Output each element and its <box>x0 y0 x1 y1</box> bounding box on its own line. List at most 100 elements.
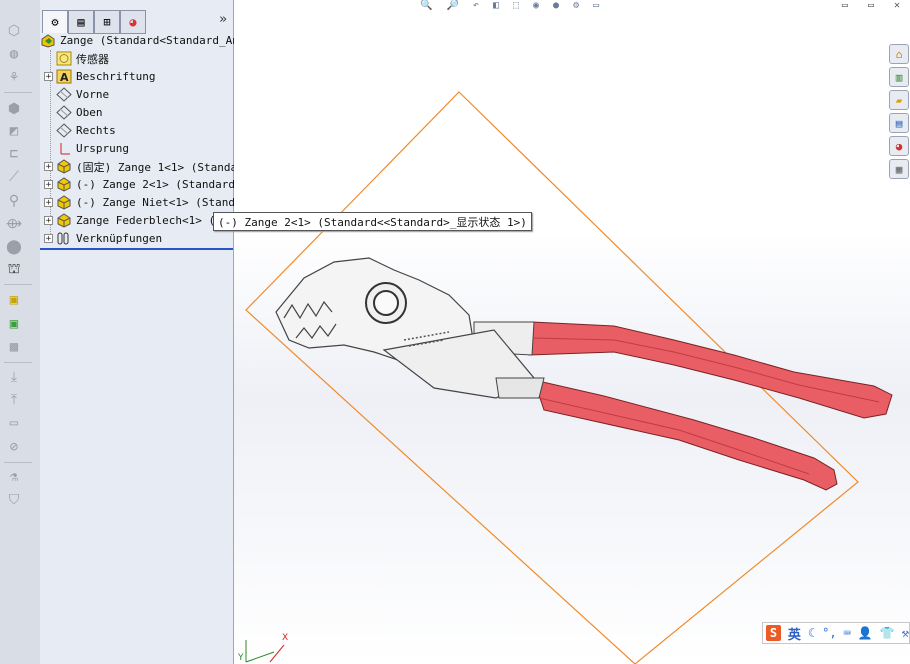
minimize-icon[interactable]: ▭ <box>842 0 848 11</box>
configuration-manager-tab[interactable]: ⊞ <box>94 10 120 34</box>
move-icon[interactable]: ⤓ <box>4 368 24 386</box>
feature-manager-tab[interactable]: ⚙ <box>42 10 68 33</box>
user-icon[interactable]: 👤 <box>858 626 873 640</box>
expand-toggle-icon[interactable]: + <box>44 198 53 208</box>
section-icon[interactable]: ⚗ <box>4 468 24 486</box>
plane-icon <box>56 105 72 120</box>
tree-item-label: Ursprung <box>76 142 129 155</box>
restore-icon[interactable]: ▭ <box>868 0 874 11</box>
explode-icon[interactable]: ▩ <box>4 338 24 356</box>
tree-item[interactable]: Vorne <box>56 86 109 103</box>
expand-toggle-icon[interactable]: + <box>44 234 53 244</box>
tree-item[interactable]: Oben <box>56 104 103 121</box>
expand-toggle-icon[interactable]: + <box>44 162 53 172</box>
smart-fastener-icon[interactable]: ▭ <box>4 414 24 432</box>
section-view-icon[interactable]: ◧ <box>493 0 499 11</box>
tree-item-label: (固定) Zange 1<1> (Standar <box>76 160 244 174</box>
punctuation-icon[interactable]: °, <box>822 626 836 640</box>
feature-manager-tabs: ⚙ ▤ ⊞ ◕ » <box>40 8 233 34</box>
appearances-icon[interactable]: ◕ <box>889 136 909 156</box>
tree-item[interactable]: + (-) Zange 2<1> (Standard< <box>44 176 242 193</box>
tree-item-label: (-) Zange Niet<1> (Standar <box>76 196 249 209</box>
lower-handle <box>533 379 838 491</box>
axis-y-label: Y <box>237 653 244 663</box>
view-settings-icon[interactable]: ▭ <box>593 0 599 11</box>
ime-language[interactable]: 英 <box>788 624 801 643</box>
shell-icon[interactable]: ⟴ <box>4 215 24 233</box>
model-canvas: Y X <box>237 91 893 664</box>
fillet-icon[interactable]: ◩ <box>4 122 24 140</box>
plane-icon <box>56 87 72 102</box>
tree-item-label: 传感器 <box>76 52 109 66</box>
tree-item-label: Verknüpfungen <box>76 232 163 245</box>
graphics-area[interactable]: Y X <box>234 0 910 664</box>
rib-icon[interactable]: ⟋ <box>4 168 24 186</box>
draft-icon[interactable]: ⚲ <box>4 192 24 210</box>
tree-item[interactable]: Ursprung <box>56 140 129 157</box>
zoom-to-fit-icon[interactable]: 🔍 <box>420 0 432 11</box>
scene-icon[interactable]: ⚙ <box>573 0 579 11</box>
keyboard-icon[interactable]: ⌨ <box>844 626 851 640</box>
interference-icon[interactable]: ⊘ <box>4 438 24 456</box>
view-palette-icon[interactable]: ▤ <box>889 113 909 133</box>
expand-toggle-icon[interactable]: + <box>44 180 53 190</box>
design-library-icon[interactable]: ▥ <box>889 67 909 87</box>
tools-icon[interactable]: ⚒ <box>902 626 909 640</box>
custom-properties-icon[interactable]: ▦ <box>889 159 909 179</box>
extrude-icon[interactable]: ⬡ <box>4 22 24 40</box>
tree-item-label: Oben <box>76 106 103 119</box>
tree-item[interactable]: + Verknüpfungen <box>44 230 162 247</box>
file-explorer-icon[interactable]: ▰ <box>889 90 909 110</box>
tree-item[interactable]: Rechts <box>56 122 116 139</box>
appearance-icon[interactable]: ● <box>553 0 559 11</box>
tree-item[interactable]: + (固定) Zange 1<1> (Standar <box>44 158 244 175</box>
tree-item-label: Vorne <box>76 88 110 101</box>
tree-item[interactable]: + Zange Federblech<1> (S <box>44 212 222 229</box>
window-controls: ▭ ▭ ✕ <box>842 0 900 11</box>
expand-toggle-icon[interactable]: + <box>44 216 53 226</box>
origin-icon <box>56 141 72 156</box>
tree-item-label: Zange Federblech<1> (S <box>76 214 222 227</box>
hide-show-icon[interactable]: ⛉ <box>4 491 24 509</box>
ime-toolbar: S 英 ☾ °, ⌨ 👤 👕 ⚒ <box>762 622 910 644</box>
more-tabs-button[interactable]: » <box>219 12 227 27</box>
home-icon[interactable]: ⌂ <box>889 44 909 64</box>
moon-icon[interactable]: ☾ <box>808 626 815 640</box>
tree-item-label: Rechts <box>76 124 116 137</box>
command-manager-strip: ⬡ ◍ ⚘ ⬢ ◩ ⊏ ⟋ ⚲ ⟴ ⬤ ⛫ ▣ ▣ ▩ ⤓ ⤒ ▭ ⊘ ⚗ ⛉ <box>0 0 41 664</box>
view-orientation-icon[interactable]: ⬚ <box>513 0 519 11</box>
tree-item[interactable]: + A Beschriftung <box>44 68 155 85</box>
plane-icon <box>56 123 72 138</box>
insert-component-icon[interactable]: ▣ <box>4 291 24 309</box>
property-manager-tab[interactable]: ▤ <box>68 10 94 34</box>
previous-view-icon[interactable]: ↶ <box>473 0 479 11</box>
mirror-icon[interactable]: ⬤ <box>4 238 24 256</box>
sweep-icon[interactable]: ⚘ <box>4 68 24 86</box>
feature-manager-panel: ⚙ ▤ ⊞ ◕ » Zange (Standard<Standard_Anz 传… <box>40 0 281 664</box>
close-icon[interactable]: ✕ <box>894 0 900 11</box>
part-icon <box>56 213 72 228</box>
rotate-icon[interactable]: ⤒ <box>4 391 24 409</box>
zoom-area-icon[interactable]: 🔎 <box>446 0 458 11</box>
tree-item[interactable]: + (-) Zange Niet<1> (Standar <box>44 194 248 211</box>
mate-icon[interactable]: ▣ <box>4 315 24 333</box>
sogou-logo-icon[interactable]: S <box>766 625 781 641</box>
pattern-icon[interactable]: ⊏ <box>4 145 24 163</box>
expand-toggle-icon[interactable]: + <box>44 72 53 82</box>
assembly-icon <box>40 33 56 48</box>
reference-geometry-icon[interactable]: ⛫ <box>4 261 24 279</box>
part-icon <box>56 159 72 174</box>
display-style-icon[interactable]: ◉ <box>533 0 539 11</box>
axis-triad: Y X <box>237 633 288 663</box>
heads-up-toolbar: 🔍 🔎 ↶ ◧ ⬚ ◉ ● ⚙ ▭ <box>420 0 599 11</box>
mates-icon <box>56 231 72 246</box>
tree-item[interactable]: 传感器 <box>56 50 109 67</box>
tree-root[interactable]: Zange (Standard<Standard_Anz <box>40 32 245 49</box>
tree-root-label: Zange (Standard<Standard_Anz <box>60 34 246 47</box>
revolve-icon[interactable]: ◍ <box>4 45 24 63</box>
display-manager-tab[interactable]: ◕ <box>120 10 146 34</box>
part-icon <box>56 195 72 210</box>
cut-icon[interactable]: ⬢ <box>4 100 24 118</box>
tree-item-label: Beschriftung <box>76 70 156 83</box>
skin-icon[interactable]: 👕 <box>880 626 895 640</box>
